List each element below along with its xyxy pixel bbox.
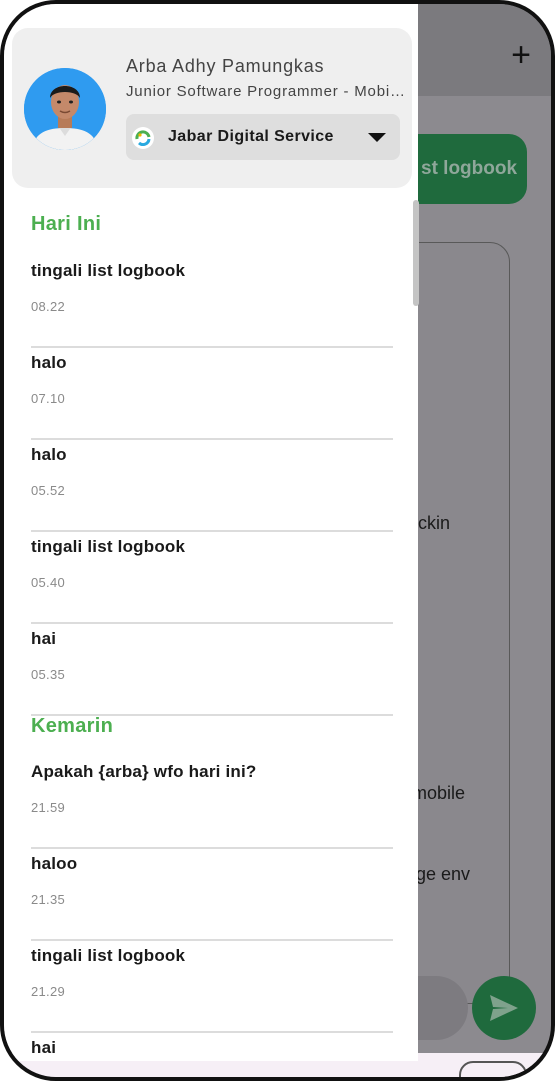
chat-time: 08.22 <box>31 299 66 314</box>
list-item[interactable]: halo 05.52 <box>31 440 393 532</box>
list-item[interactable]: haloo 21.35 <box>31 849 393 941</box>
chat-title: Apakah {arba} wfo hari ini? <box>31 762 257 781</box>
avatar <box>24 68 106 150</box>
send-icon <box>490 995 518 1021</box>
history-drawer: Arba Adhy Pamungkas Junior Software Prog… <box>4 4 419 1061</box>
list-item[interactable]: tingali list logbook 21.29 <box>31 941 393 1033</box>
organization-dropdown[interactable]: Jabar Digital Service <box>126 114 400 160</box>
chat-time: 05.52 <box>31 483 66 498</box>
chat-time: 05.35 <box>31 667 66 682</box>
bottom-pill <box>459 1061 527 1077</box>
chat-title: hai <box>31 629 57 648</box>
organization-name: Jabar Digital Service <box>168 128 334 145</box>
background-action-label: st logbook <box>421 158 518 179</box>
chat-title: tingali list logbook <box>31 261 186 280</box>
user-name: Arba Adhy Pamungkas <box>126 56 325 76</box>
section-title-today: Hari Ini <box>31 213 102 235</box>
chat-title: haloo <box>31 854 78 873</box>
chat-title: halo <box>31 353 67 372</box>
chat-time: 21.59 <box>31 800 66 815</box>
chevron-down-icon <box>368 133 386 142</box>
plus-icon[interactable]: + <box>511 38 531 72</box>
chat-title: tingali list logbook <box>31 946 186 965</box>
user-role: Junior Software Programmer - Mobile Deve… <box>126 83 406 100</box>
list-item[interactable]: Apakah {arba} wfo hari ini? 21.59 <box>31 757 393 849</box>
background-snippet: ckin <box>418 513 451 533</box>
chat-history-list[interactable]: Hari Ini tingali list logbook 08.22 halo… <box>4 196 418 1061</box>
scrollbar[interactable] <box>413 200 419 306</box>
chat-title: hai <box>31 1038 57 1057</box>
drawer-header: Arba Adhy Pamungkas Junior Software Prog… <box>12 28 412 188</box>
list-item[interactable]: hai <box>31 1033 393 1061</box>
chat-title: tingali list logbook <box>31 537 186 556</box>
list-item[interactable]: halo 07.10 <box>31 348 393 440</box>
chat-time: 07.10 <box>31 391 66 406</box>
list-item[interactable]: hai 05.35 <box>31 624 393 716</box>
chat-time: 21.29 <box>31 984 66 999</box>
phone-frame: + st logbook ckin mobile ge env Arba Adh… <box>0 0 555 1081</box>
list-item[interactable]: tingali list logbook 05.40 <box>31 532 393 624</box>
section-title-yesterday: Kemarin <box>31 715 114 737</box>
chat-time: 05.40 <box>31 575 66 590</box>
jds-logo-icon <box>132 127 154 149</box>
chat-title: halo <box>31 445 67 464</box>
background-action-button: st logbook <box>399 134 527 204</box>
chat-time: 21.35 <box>31 892 66 907</box>
background-snippet: mobile <box>412 783 466 803</box>
send-button <box>472 976 536 1040</box>
list-item[interactable]: tingali list logbook 08.22 <box>31 256 393 348</box>
background-snippet: ge env <box>416 864 471 884</box>
